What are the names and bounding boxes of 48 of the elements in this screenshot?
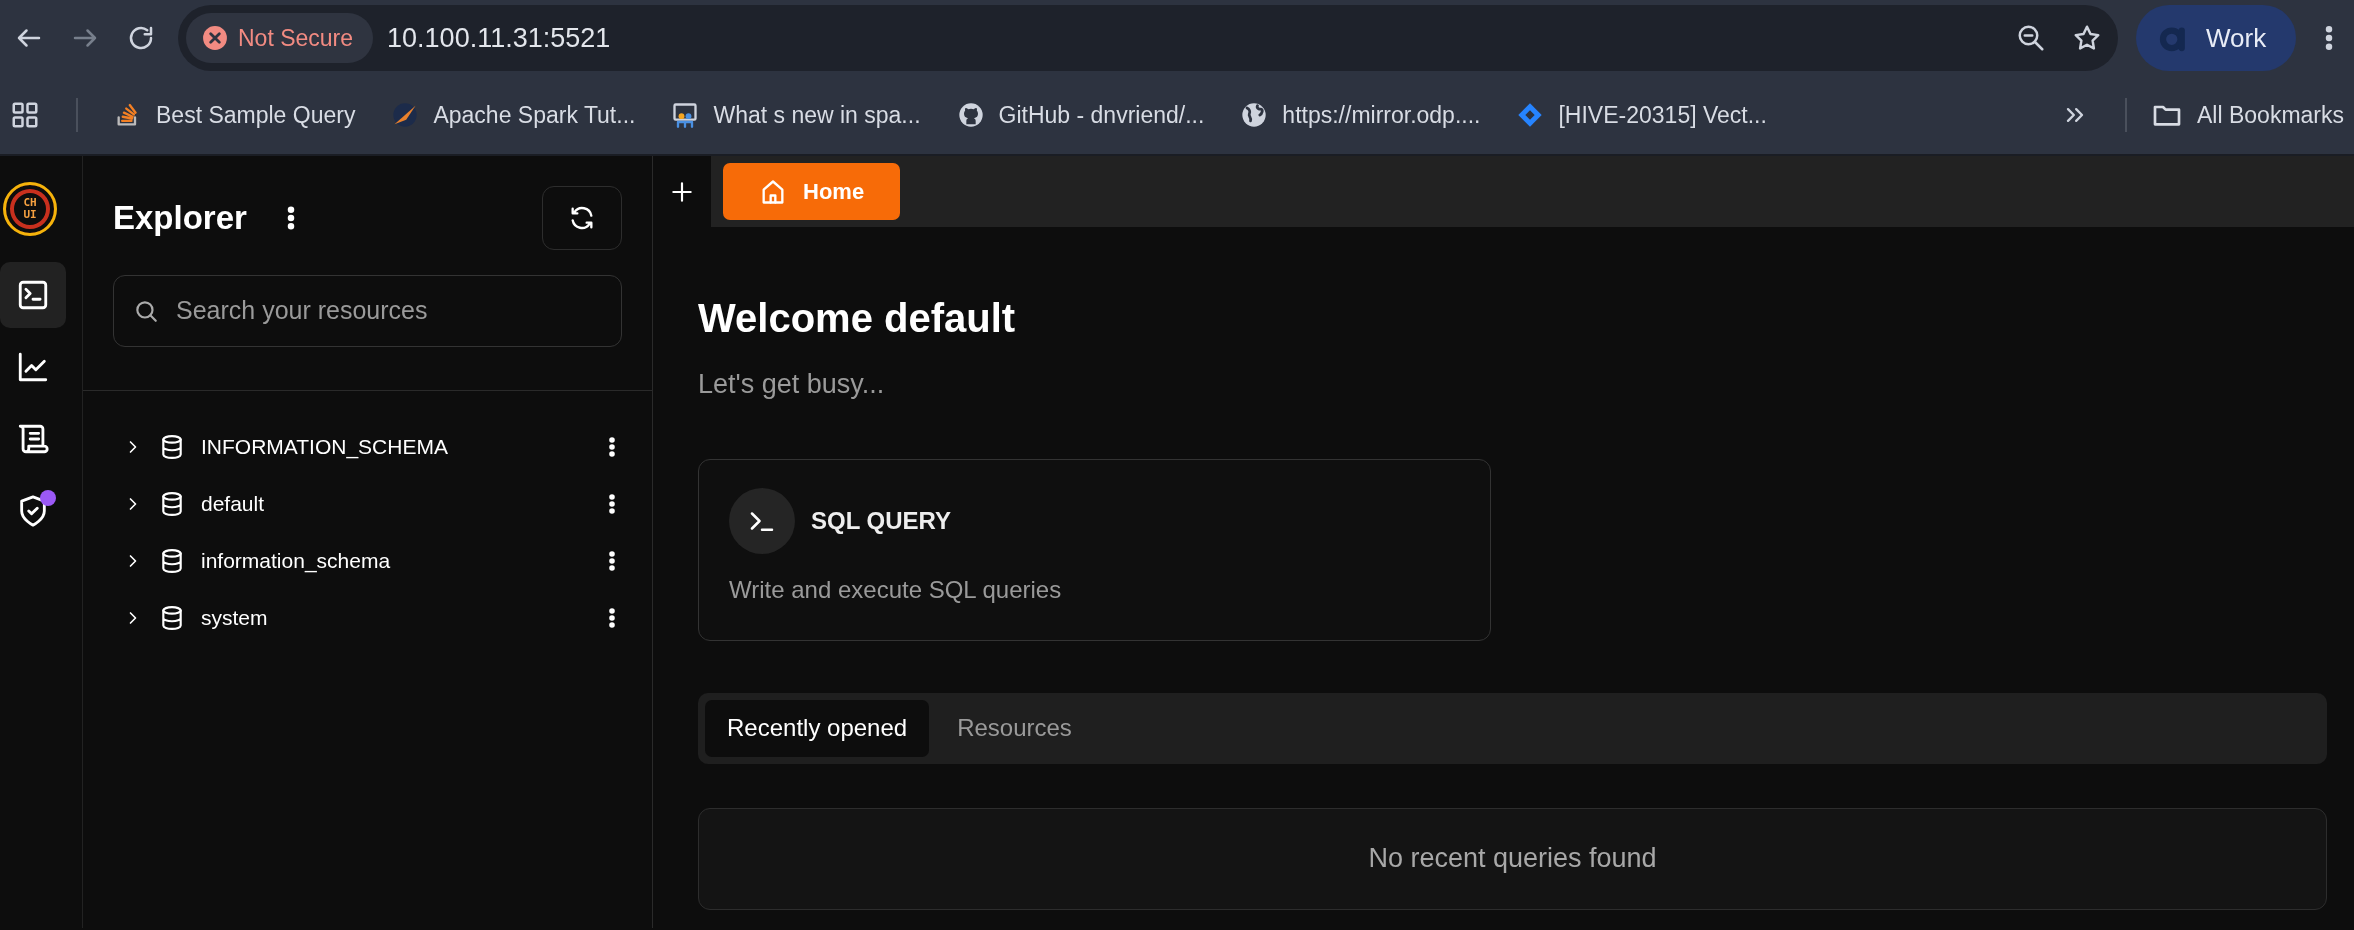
database-item[interactable]: default: [83, 475, 652, 532]
logo: CH UI: [3, 182, 57, 236]
database-icon: [159, 433, 185, 460]
star-icon[interactable]: [2072, 23, 2102, 53]
database-item[interactable]: system: [83, 589, 652, 646]
refresh-button[interactable]: [542, 186, 622, 250]
database-icon: [159, 490, 185, 517]
scroll-icon: [16, 422, 50, 456]
empty-state-message: No recent queries found: [1368, 842, 1657, 876]
card-title: SQL QUERY: [811, 505, 952, 536]
security-indicator[interactable]: Not Secure: [186, 13, 374, 63]
apps-grid-icon[interactable]: [10, 100, 40, 130]
database-name: system: [201, 604, 269, 631]
welcome-subtitle: Let's get busy...: [698, 368, 886, 401]
bookmark-link[interactable]: What s new in spa...: [671, 97, 921, 133]
line-chart-icon: [16, 350, 50, 384]
warning-icon: [202, 25, 228, 51]
presentation-icon: [671, 101, 700, 129]
terminal-icon: [16, 278, 50, 312]
address-bar[interactable]: Not Secure 10.100.11.31:5521: [178, 5, 2118, 71]
search-icon: [133, 298, 159, 324]
bookmark-link[interactable]: Best Sample Query: [114, 97, 356, 133]
explorer-title: Explorer: [113, 198, 247, 239]
view-tab[interactable]: Resources: [935, 699, 1094, 757]
bookmark-link[interactable]: [HIVE-20315] Vect...: [1516, 97, 1767, 133]
bookmark-link[interactable]: Apache Spark Tut...: [391, 97, 636, 133]
octocat-icon: [956, 101, 985, 129]
database-name: INFORMATION_SCHEMA: [201, 433, 449, 461]
database-icon: [159, 604, 185, 631]
database-item[interactable]: information_schema: [83, 532, 652, 589]
sql-query-card[interactable]: SQL QUERY Write and execute SQL queries: [698, 458, 1491, 641]
search-field[interactable]: Search your resources: [113, 275, 622, 347]
nav-button[interactable]: [0, 262, 66, 328]
bookmark-link[interactable]: https://mirror.odp....: [1240, 97, 1481, 133]
card-description: Write and execute SQL queries: [729, 574, 1063, 605]
url-text: 10.100.11.31:5521: [387, 21, 612, 55]
database-icon: [159, 547, 185, 574]
view-tab[interactable]: Recently opened: [705, 699, 930, 757]
all-bookmarks-button[interactable]: All Bookmarks: [2151, 97, 2344, 133]
profile-button[interactable]: Work: [2136, 5, 2296, 71]
comet-icon: [391, 101, 420, 129]
database-name: information_schema: [201, 547, 392, 575]
globe-icon: [1240, 101, 1269, 129]
database-name: default: [201, 490, 266, 517]
database-item[interactable]: INFORMATION_SCHEMA: [83, 418, 652, 475]
bookmark-link[interactable]: GitHub - dnvriend/...: [956, 97, 1205, 133]
welcome-heading: Welcome default: [698, 295, 1017, 342]
zoom-out-icon[interactable]: [2016, 23, 2046, 53]
